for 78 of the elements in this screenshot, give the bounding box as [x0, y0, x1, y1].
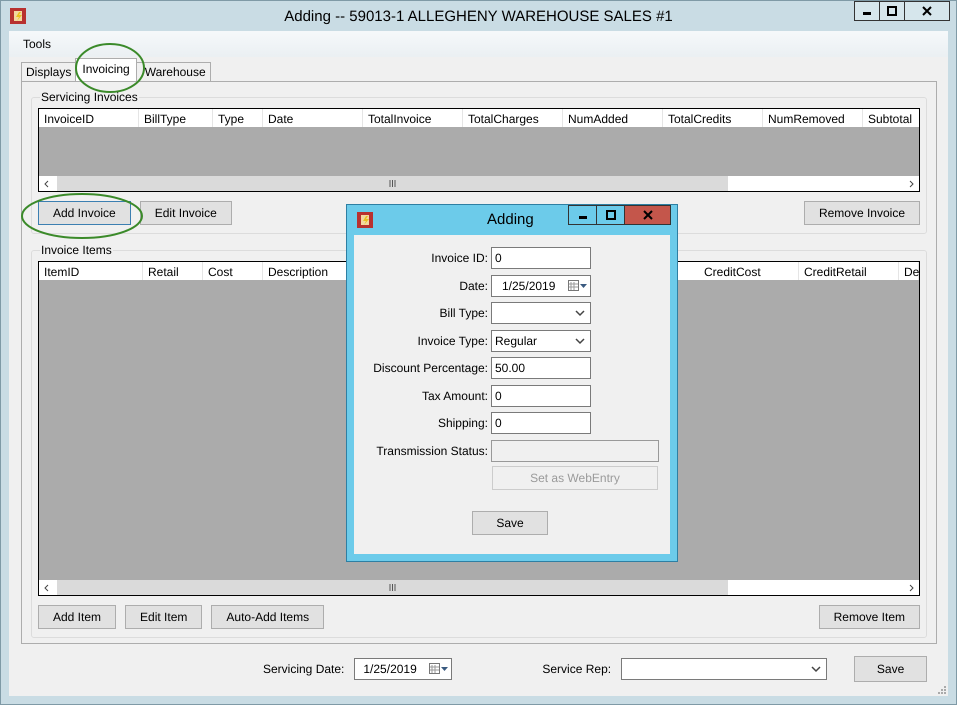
date-picker[interactable]: 1/25/2019 [354, 658, 452, 680]
column-header[interactable]: TotalInvoice [363, 109, 463, 127]
app-icon [357, 212, 373, 228]
rep-dropdown[interactable] [621, 658, 828, 680]
field-label: Tax Amount: [420, 388, 489, 402]
scroll-left-icon [43, 180, 51, 188]
chevron-down-icon [811, 665, 822, 673]
item-button[interactable]: Remove Item [818, 605, 920, 629]
horizontal-scrollbar[interactable] [39, 176, 919, 191]
column-header[interactable]: Retail [143, 262, 203, 280]
scroll-left-icon [43, 584, 51, 592]
date-picker[interactable]: 1/25/2019 [491, 274, 591, 296]
column-header[interactable]: TotalCredits [663, 109, 763, 127]
maximize-icon [887, 6, 897, 16]
input-field[interactable]: 50.00 [491, 357, 591, 379]
column-header[interactable]: Cost [203, 262, 263, 280]
item-button[interactable]: Auto-Add Items [211, 605, 324, 629]
maximize-icon [606, 210, 616, 220]
horizontal-scrollbar[interactable] [39, 580, 919, 595]
save-button[interactable]: Save [854, 656, 928, 682]
maximize-button[interactable] [596, 205, 625, 225]
column-header[interactable]: ItemID [39, 262, 143, 280]
item-button[interactable]: Edit Item [125, 605, 202, 629]
minimize-button[interactable] [568, 205, 597, 225]
calendar-icon [429, 663, 450, 675]
column-header[interactable]: BillType [139, 109, 213, 127]
maximize-button[interactable] [879, 1, 905, 21]
column-header[interactable]: CreditCost [699, 262, 799, 280]
invoice-button[interactable]: Add Invoice [38, 201, 131, 225]
input-field[interactable]: 0 [491, 384, 591, 406]
column-header[interactable]: NumRemoved [763, 109, 863, 127]
chevron-down-icon [575, 309, 585, 317]
column-header[interactable]: Date [263, 109, 363, 127]
group-title: Servicing Invoices [40, 90, 139, 104]
chevron-down-icon [575, 336, 585, 344]
dropdown[interactable]: Regular [491, 330, 591, 352]
tab[interactable]: Invoicing [75, 58, 137, 81]
dropdown[interactable] [491, 302, 591, 324]
field-label: Discount Percentage: [372, 361, 489, 375]
window-title: Adding -- 59013-1 ALLEGHENY WAREHOUSE SALES #1 [284, 8, 673, 25]
field-label: Date: [458, 278, 489, 292]
field-label: Servicing Date: [263, 662, 344, 676]
field-label: Shipping: [436, 416, 489, 430]
grip-icon [389, 584, 396, 591]
invoice-button[interactable]: Edit Invoice [140, 201, 232, 225]
close-icon [922, 6, 932, 16]
minimize-button[interactable] [854, 1, 880, 21]
tab[interactable]: Warehouse [136, 62, 211, 81]
close-icon [642, 210, 652, 220]
grip-icon [389, 180, 396, 187]
input-field[interactable]: 0 [491, 412, 591, 434]
column-header[interactable]: De [899, 262, 919, 280]
column-header[interactable]: NumAdded [563, 109, 663, 127]
tab[interactable]: Displays [21, 62, 76, 81]
close-button[interactable] [904, 1, 950, 21]
column-header[interactable]: InvoiceID [39, 109, 139, 127]
field-label: Invoice ID: [430, 251, 489, 265]
input-field[interactable]: 0 [491, 247, 591, 269]
highlight-ellipse [74, 42, 146, 94]
field-label: Transmission Status: [375, 444, 489, 458]
item-button[interactable]: Add Item [38, 605, 116, 629]
invoice-button[interactable]: Remove Invoice [804, 201, 920, 225]
app-icon [10, 8, 26, 24]
calendar-icon [568, 280, 588, 292]
field-label: Bill Type: [438, 306, 489, 320]
scroll-right-icon [907, 584, 915, 592]
field-label: Service Rep: [542, 662, 612, 676]
save-button[interactable]: Save [472, 510, 548, 534]
column-header[interactable]: Type [213, 109, 263, 127]
dialog-title: Adding [487, 211, 534, 228]
column-header[interactable]: TotalCharges [463, 109, 563, 127]
field-label: Invoice Type: [416, 334, 489, 348]
column-header[interactable]: Subtotal [863, 109, 919, 127]
column-header[interactable]: CreditRetail [799, 262, 899, 280]
group-title: Invoice Items [40, 243, 113, 257]
scroll-right-icon [907, 180, 915, 188]
resize-grip-icon [936, 684, 946, 694]
menu-item[interactable]: Tools [23, 37, 52, 51]
